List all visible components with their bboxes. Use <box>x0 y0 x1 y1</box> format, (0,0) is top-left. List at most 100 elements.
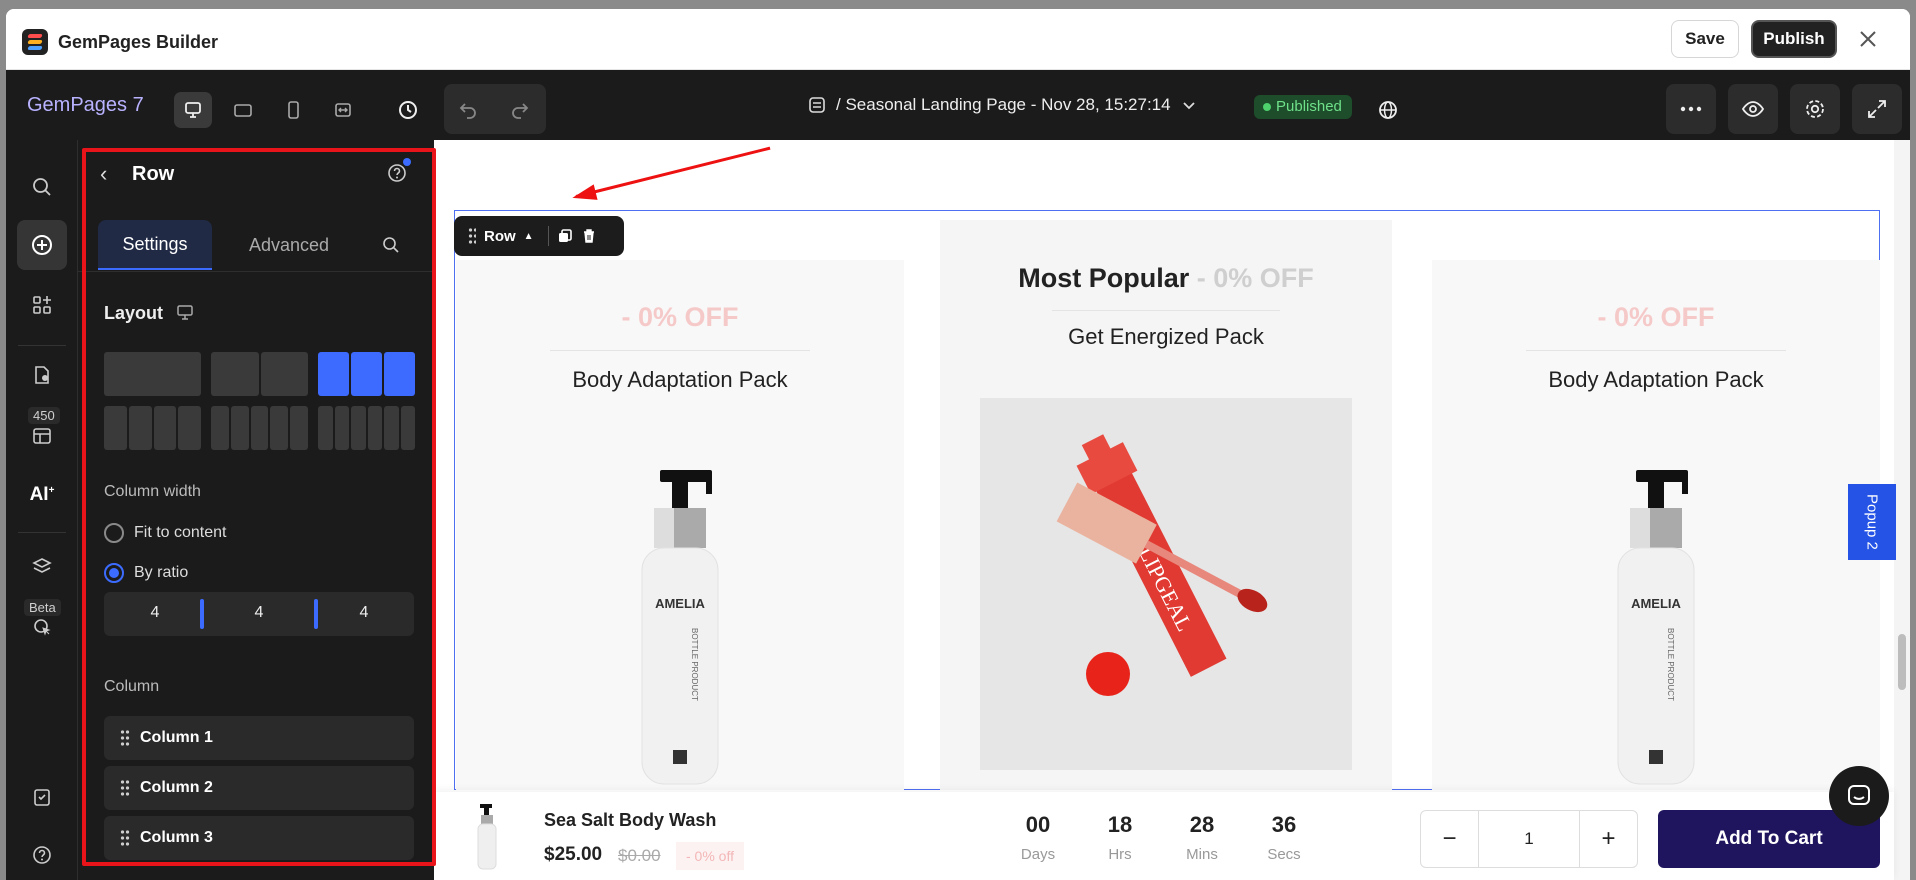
by-ratio-label: By ratio <box>134 564 189 581</box>
column-list-item[interactable]: Column 3 <box>104 816 414 860</box>
tablet-landscape-icon[interactable] <box>224 92 262 128</box>
svg-text:AMELIA: AMELIA <box>655 596 705 611</box>
fit-to-content-option[interactable]: Fit to content <box>104 523 227 543</box>
tab-advanced[interactable]: Advanced <box>212 220 366 270</box>
column-item-label: Column 3 <box>140 829 213 846</box>
page-selector[interactable]: / Seasonal Landing Page - Nov 28, 15:27:… <box>808 95 1197 115</box>
redo-icon[interactable] <box>500 91 540 127</box>
interaction-icon[interactable] <box>17 602 67 652</box>
compare-at-price: $0.00 <box>618 846 661 865</box>
qty-increase-button[interactable]: + <box>1579 811 1637 867</box>
sticky-price: $25.00 <box>544 844 603 865</box>
caret-up-icon[interactable]: ▲ <box>524 231 534 242</box>
close-icon[interactable] <box>1854 25 1882 53</box>
left-sidebar: 450 AI + Beta <box>6 140 78 880</box>
chevron-down-icon <box>1182 102 1195 110</box>
drag-grip-icon[interactable] <box>468 227 476 245</box>
layout-option-5-columns[interactable] <box>211 406 308 450</box>
more-options-button[interactable] <box>1666 84 1716 134</box>
card-divider <box>550 350 810 351</box>
column-list-item[interactable]: Column 1 <box>104 716 414 760</box>
ratio-column-2[interactable]: 4 <box>239 604 279 622</box>
checklist-icon[interactable] <box>17 772 67 822</box>
responsive-toggle-icon[interactable] <box>324 92 362 128</box>
product-name: Body Adaptation Pack <box>572 367 788 392</box>
fullscreen-button[interactable] <box>1852 84 1902 134</box>
editor-canvas[interactable]: Row ▲ - 0% OFF Body Adaptation Pack AMEL… <box>434 140 1910 880</box>
trash-icon[interactable] <box>581 228 597 244</box>
layout-option-3-columns[interactable] <box>318 352 415 396</box>
mobile-device-icon[interactable] <box>274 92 312 128</box>
lipgloss-product-image: LIPGEAL <box>980 398 1352 770</box>
countdown-minutes: 28 Mins <box>1186 812 1218 863</box>
product-name: Get Energized Pack <box>1068 324 1264 349</box>
brand-label: GemPages 7 <box>27 94 144 116</box>
desktop-device-icon <box>176 304 194 327</box>
column-item-label: Column 2 <box>140 779 213 796</box>
builder-window: GemPages Builder Save Publish GemPages 7 <box>6 9 1910 880</box>
drag-grip-icon[interactable] <box>120 729 130 747</box>
fit-to-content-radio[interactable] <box>104 523 124 543</box>
window-title: GemPages Builder <box>58 32 219 52</box>
discount-label: - 0% OFF <box>621 302 739 332</box>
theme-style-icon[interactable] <box>17 350 67 400</box>
by-ratio-radio[interactable] <box>104 563 124 583</box>
popup-trigger-tab[interactable]: Popup 2 <box>1848 484 1896 560</box>
search-icon[interactable] <box>17 162 67 212</box>
fit-to-content-label: Fit to content <box>134 524 227 541</box>
product-thumbnail <box>477 804 497 870</box>
countdown-hours: 18 Hrs <box>1107 812 1133 863</box>
desktop-device-icon[interactable] <box>174 92 212 128</box>
row-toolbar[interactable]: Row ▲ <box>454 216 624 256</box>
ratio-drag-handle[interactable] <box>314 599 318 629</box>
save-button[interactable]: Save <box>1671 20 1739 58</box>
apps-icon[interactable] <box>17 280 67 330</box>
templates-icon[interactable] <box>17 410 67 460</box>
qty-input[interactable]: 1 <box>1479 811 1579 867</box>
back-arrow-icon[interactable]: ‹ <box>100 162 107 186</box>
undo-redo-group <box>444 84 546 134</box>
annotation-arrow <box>575 146 771 198</box>
history-icon[interactable] <box>388 92 428 128</box>
product-card-featured[interactable]: Most Popular - 0% OFF Get Energized Pack… <box>940 220 1392 790</box>
annotation-arrowhead <box>570 184 598 206</box>
by-ratio-option[interactable]: By ratio <box>104 563 188 583</box>
qty-decrease-button[interactable]: − <box>1421 811 1479 867</box>
layout-option-2-columns[interactable] <box>211 352 308 396</box>
ratio-column-1[interactable]: 4 <box>135 604 175 622</box>
publish-button[interactable]: Publish <box>1751 20 1837 58</box>
search-icon[interactable] <box>366 220 416 270</box>
card-divider <box>1526 350 1786 351</box>
ai-assistant-icon[interactable]: AI + <box>17 470 67 520</box>
undo-icon[interactable] <box>448 91 488 127</box>
chat-support-icon[interactable] <box>1829 766 1889 826</box>
sidebar-divider <box>18 345 66 346</box>
layers-icon[interactable] <box>17 542 67 592</box>
quantity-stepper: − 1 + <box>1420 810 1638 868</box>
drag-grip-icon[interactable] <box>120 779 130 797</box>
toolbar-separator <box>547 226 549 246</box>
layout-option-1-column[interactable] <box>104 352 201 396</box>
globe-icon[interactable] <box>1368 92 1408 128</box>
svg-text:BOTTLE PRODUCT: BOTTLE PRODUCT <box>1666 628 1675 701</box>
layout-label: Layout <box>104 303 164 323</box>
preview-button[interactable] <box>1728 84 1778 134</box>
settings-button[interactable] <box>1790 84 1840 134</box>
amelia-bottle-image: AMELIA BOTTLE PRODUCT <box>1617 470 1695 785</box>
column-list-item[interactable]: Column 2 <box>104 766 414 810</box>
scrollbar-thumb[interactable] <box>1898 634 1906 690</box>
product-name: Body Adaptation Pack <box>1548 367 1764 392</box>
duplicate-icon[interactable] <box>557 228 573 244</box>
ratio-column-3[interactable]: 4 <box>344 604 384 622</box>
ratio-drag-handle[interactable] <box>200 599 204 629</box>
product-card[interactable]: - 0% OFF Body Adaptation Pack AMELIA BOT… <box>1432 260 1880 790</box>
help-center-icon[interactable] <box>17 830 67 880</box>
discount-badge: - 0% off <box>676 842 744 870</box>
add-element-icon[interactable] <box>17 220 67 270</box>
tab-settings[interactable]: Settings <box>98 220 212 270</box>
layout-option-6-columns[interactable] <box>318 406 415 450</box>
layout-option-4-columns[interactable] <box>104 406 201 450</box>
canvas-scrollbar[interactable] <box>1894 140 1910 880</box>
product-card[interactable]: - 0% OFF Body Adaptation Pack AMELIA BOT… <box>456 260 904 790</box>
drag-grip-icon[interactable] <box>120 829 130 847</box>
